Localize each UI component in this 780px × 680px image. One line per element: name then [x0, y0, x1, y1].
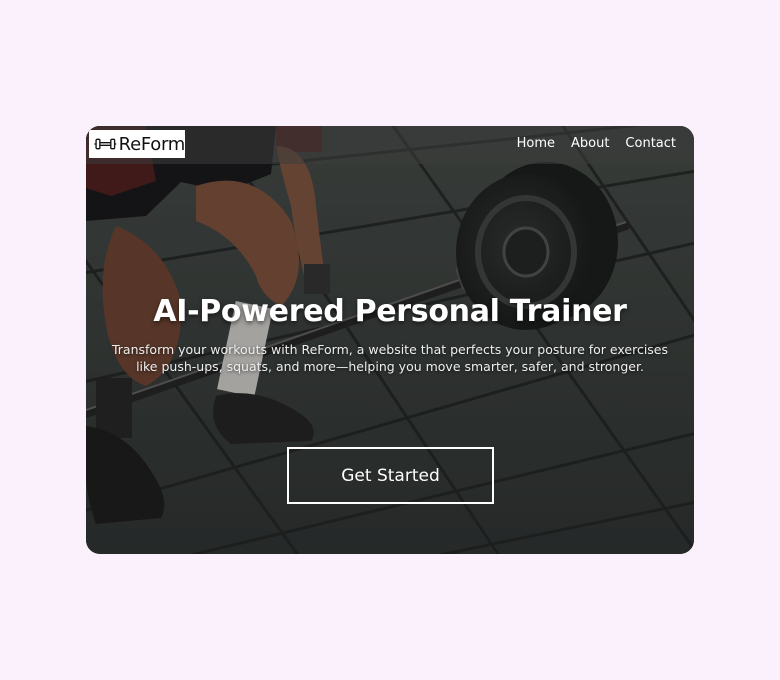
nav-link-home[interactable]: Home [517, 136, 555, 151]
hero-section: ReForm Home About Contact AI-Powered Per… [86, 126, 694, 554]
nav-link-contact[interactable]: Contact [625, 136, 676, 151]
nav-links: Home About Contact [517, 136, 676, 151]
dumbbell-icon [94, 138, 117, 150]
brand-logo[interactable]: ReForm [89, 130, 185, 158]
nav-link-about[interactable]: About [571, 136, 609, 151]
hero-subtitle: Transform your workouts with ReForm, a w… [111, 342, 669, 374]
get-started-button[interactable]: Get Started [287, 447, 494, 504]
top-navbar: ReForm Home About Contact [86, 126, 694, 164]
hero-title: AI-Powered Personal Trainer [153, 294, 627, 329]
brand-name: ReForm [118, 133, 186, 155]
